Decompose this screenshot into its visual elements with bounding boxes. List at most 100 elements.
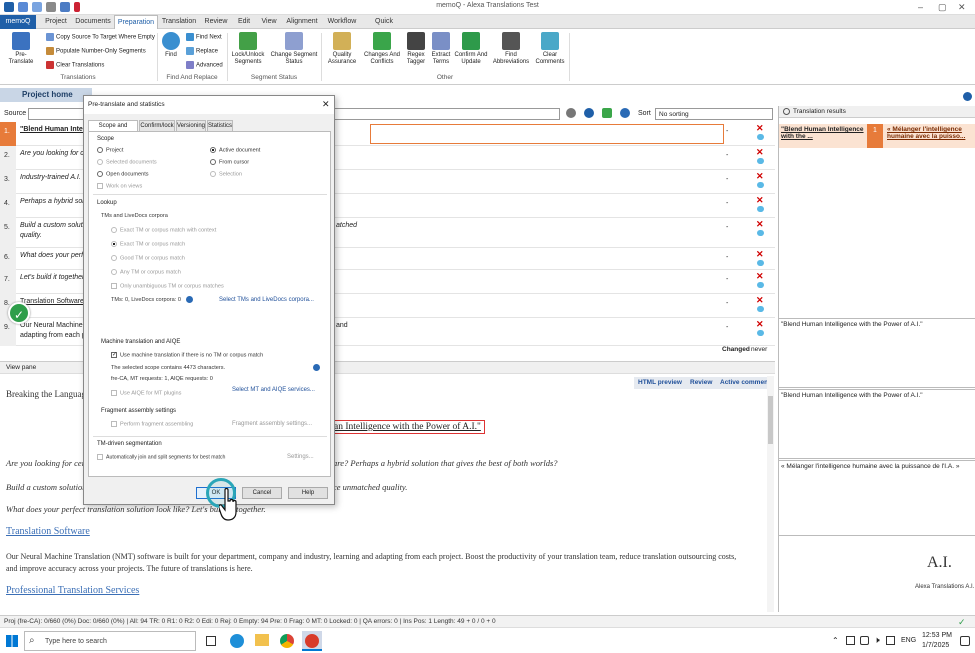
reject-icon[interactable]: ✕ bbox=[756, 123, 764, 134]
filter-icon[interactable] bbox=[566, 108, 576, 118]
comment-icon[interactable] bbox=[757, 330, 764, 336]
tray-volume-icon[interactable]: 🕨 bbox=[874, 635, 880, 646]
clear-comments-button[interactable]: Clear Comments bbox=[533, 32, 567, 66]
comment-icon[interactable] bbox=[757, 134, 764, 140]
tm-option-radio[interactable]: Good TM or corpus match bbox=[111, 255, 185, 261]
select-mt-link[interactable]: Select MT and AIQE services... bbox=[232, 387, 315, 393]
info-icon[interactable] bbox=[186, 296, 193, 303]
quality-assurance-button[interactable]: Quality Assurance bbox=[324, 32, 360, 66]
segment-target-input[interactable] bbox=[370, 124, 724, 144]
close-icon[interactable]: ✕ bbox=[958, 2, 966, 13]
scope-selection-radio[interactable]: Selection bbox=[210, 171, 242, 177]
tray-date[interactable]: 1/7/2025 bbox=[922, 642, 949, 649]
reject-icon[interactable]: ✕ bbox=[756, 195, 764, 206]
replace-button[interactable]: Replace bbox=[186, 47, 218, 55]
advanced-button[interactable]: Advanced bbox=[186, 61, 223, 69]
pretranslate-button[interactable]: Pre-Translate bbox=[3, 32, 39, 66]
tab-review-preview[interactable]: Review bbox=[690, 379, 712, 386]
comment-icon[interactable] bbox=[757, 230, 764, 236]
tab-memoq[interactable]: memoQ bbox=[0, 15, 36, 29]
tm-segmentation-settings-link[interactable]: Settings... bbox=[287, 454, 314, 460]
find-button[interactable]: Find bbox=[161, 32, 181, 59]
lock-unlock-button[interactable]: Lock/Unlock Segments bbox=[230, 32, 266, 66]
scope-active-document-radio[interactable]: Active document bbox=[210, 147, 260, 153]
taskbar-search[interactable]: ⌕ Type here to search bbox=[24, 631, 196, 651]
tab-quick-access[interactable]: Quick Access bbox=[364, 15, 404, 39]
preview-link[interactable]: Professional Translation Services bbox=[6, 585, 139, 596]
scrollbar-thumb[interactable] bbox=[768, 396, 773, 444]
tab-translation[interactable]: Translation bbox=[160, 15, 198, 29]
preview-scrollbar[interactable] bbox=[767, 376, 774, 612]
scope-open-documents-radio[interactable]: Open documents bbox=[97, 171, 149, 177]
gear-icon[interactable] bbox=[584, 108, 594, 118]
fragment-checkbox[interactable]: Perform fragment assembling bbox=[111, 421, 193, 427]
scope-selected-documents-radio[interactable]: Selected documents bbox=[97, 159, 157, 165]
windows-start-icon[interactable] bbox=[6, 635, 18, 647]
sort-select[interactable]: No sorting bbox=[655, 108, 773, 120]
find-next-button[interactable]: Find Next bbox=[186, 33, 222, 41]
regex-tagger-button[interactable]: Regex Tagger bbox=[404, 32, 428, 66]
tray-language[interactable]: ENG bbox=[901, 637, 916, 644]
fragment-settings-link[interactable]: Fragment assembly settings... bbox=[232, 421, 312, 427]
help-icon[interactable] bbox=[963, 92, 972, 101]
folder-icon[interactable] bbox=[255, 634, 269, 646]
tm-segmentation-checkbox[interactable]: Automatically join and split segments fo… bbox=[97, 454, 225, 460]
tab-versioning[interactable]: Versioning bbox=[176, 120, 206, 131]
reject-icon[interactable]: ✕ bbox=[756, 271, 764, 282]
reject-icon[interactable]: ✕ bbox=[756, 147, 764, 158]
confirm-update-button[interactable]: Confirm And Update bbox=[454, 32, 488, 66]
select-tms-link[interactable]: Select TMs and LiveDocs corpora... bbox=[219, 297, 314, 303]
extract-terms-button[interactable]: Extract Terms bbox=[430, 32, 452, 66]
search-icon[interactable] bbox=[620, 108, 630, 118]
maximize-icon[interactable]: ▢ bbox=[938, 2, 947, 13]
tm-option-radio[interactable]: Any TM or corpus match bbox=[111, 269, 181, 275]
add-filter-icon[interactable] bbox=[602, 108, 612, 118]
tray-network-icon[interactable] bbox=[846, 636, 855, 645]
tray-chevron-icon[interactable]: ⌃ bbox=[832, 636, 839, 645]
tab-workflow[interactable]: Workflow bbox=[324, 15, 360, 29]
reject-icon[interactable]: ✕ bbox=[756, 171, 764, 182]
tab-html-preview[interactable]: HTML preview bbox=[638, 379, 682, 386]
tray-display-icon[interactable] bbox=[886, 636, 895, 645]
scope-project-radio[interactable]: Project bbox=[97, 147, 123, 153]
tab-confirm-lock[interactable]: Confirm/lock bbox=[139, 120, 175, 131]
scope-from-cursor-radio[interactable]: From cursor bbox=[210, 159, 249, 165]
comment-icon[interactable] bbox=[757, 182, 764, 188]
comment-icon[interactable] bbox=[757, 282, 764, 288]
tab-scope-lookup[interactable]: Scope and lookup bbox=[88, 120, 138, 140]
comment-icon[interactable] bbox=[757, 158, 764, 164]
use-aiqe-checkbox[interactable]: Use AIQE for MT plugins bbox=[111, 390, 181, 396]
use-mt-checkbox[interactable]: ✓ Use machine translation if there is no … bbox=[111, 352, 263, 358]
populate-numbers-button[interactable]: Populate Number-Only Segments bbox=[46, 47, 146, 55]
reject-icon[interactable]: ✕ bbox=[756, 219, 764, 230]
tab-preparation[interactable]: Preparation bbox=[114, 15, 158, 29]
work-on-views-checkbox[interactable]: Work on views bbox=[97, 183, 142, 189]
tray-battery-icon[interactable] bbox=[860, 636, 869, 645]
reject-icon[interactable]: ✕ bbox=[756, 295, 764, 306]
tab-alignment[interactable]: Alignment bbox=[284, 15, 320, 29]
change-status-button[interactable]: Change Segment Status bbox=[269, 32, 319, 66]
cancel-button[interactable]: Cancel bbox=[242, 487, 282, 499]
reject-icon[interactable]: ✕ bbox=[756, 319, 764, 330]
tab-project-home[interactable]: Project home bbox=[0, 88, 92, 102]
tab-view[interactable]: View bbox=[258, 15, 280, 29]
tab-active-comments[interactable]: Active comments bbox=[720, 379, 774, 386]
info-icon[interactable] bbox=[313, 364, 320, 371]
tm-unambiguous-checkbox[interactable]: Only unambiguous TM or corpus matches bbox=[111, 283, 224, 289]
reject-icon[interactable]: ✕ bbox=[756, 249, 764, 260]
clear-translations-button[interactable]: Clear Translations bbox=[46, 61, 104, 69]
tm-option-radio[interactable]: Exact TM or corpus match bbox=[111, 241, 185, 247]
notification-icon[interactable] bbox=[960, 636, 970, 646]
chrome-icon[interactable] bbox=[280, 634, 294, 648]
task-view-icon[interactable] bbox=[206, 636, 216, 646]
tab-edit[interactable]: Edit bbox=[234, 15, 254, 29]
tm-option-radio[interactable]: Exact TM or corpus match with context bbox=[111, 227, 216, 233]
tab-statistics[interactable]: Statistics bbox=[207, 120, 233, 131]
result-hit[interactable]: "Blend Human Intelligence with the ... 1… bbox=[779, 124, 975, 148]
pin-icon[interactable] bbox=[783, 108, 790, 115]
tab-project[interactable]: Project bbox=[40, 15, 72, 29]
minimize-icon[interactable]: – bbox=[918, 2, 923, 12]
changes-conflicts-button[interactable]: Changes And Conflicts bbox=[362, 32, 402, 66]
comment-icon[interactable] bbox=[757, 206, 764, 212]
dialog-close-icon[interactable]: ✕ bbox=[322, 99, 330, 110]
